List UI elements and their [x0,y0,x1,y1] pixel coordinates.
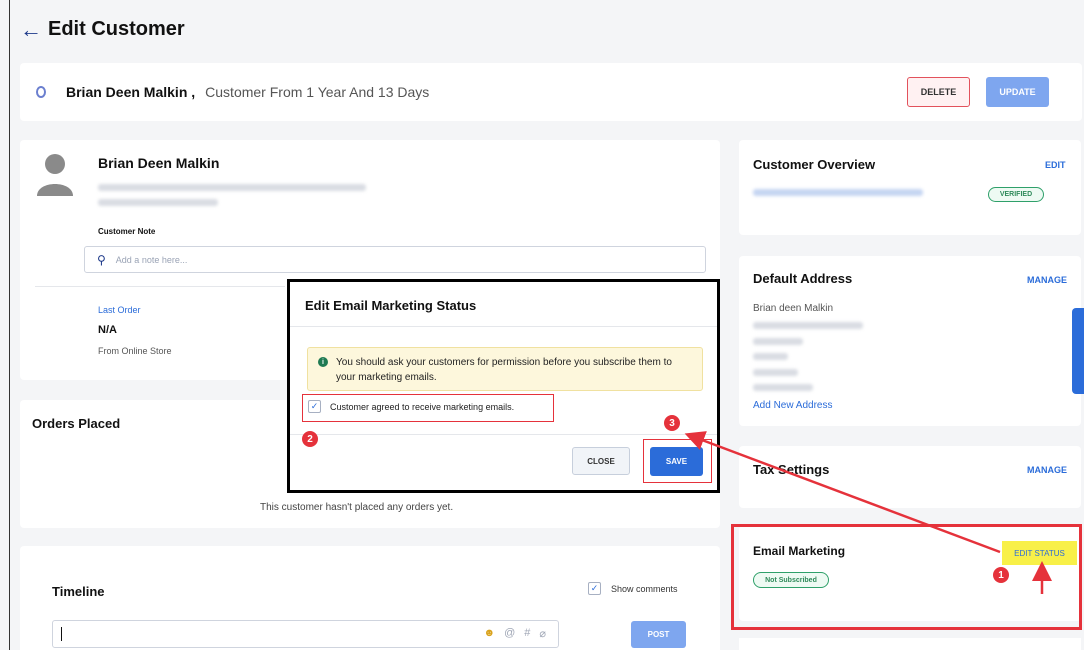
annotation-arrows [684,431,1052,594]
arrow-to-save [684,431,1001,554]
